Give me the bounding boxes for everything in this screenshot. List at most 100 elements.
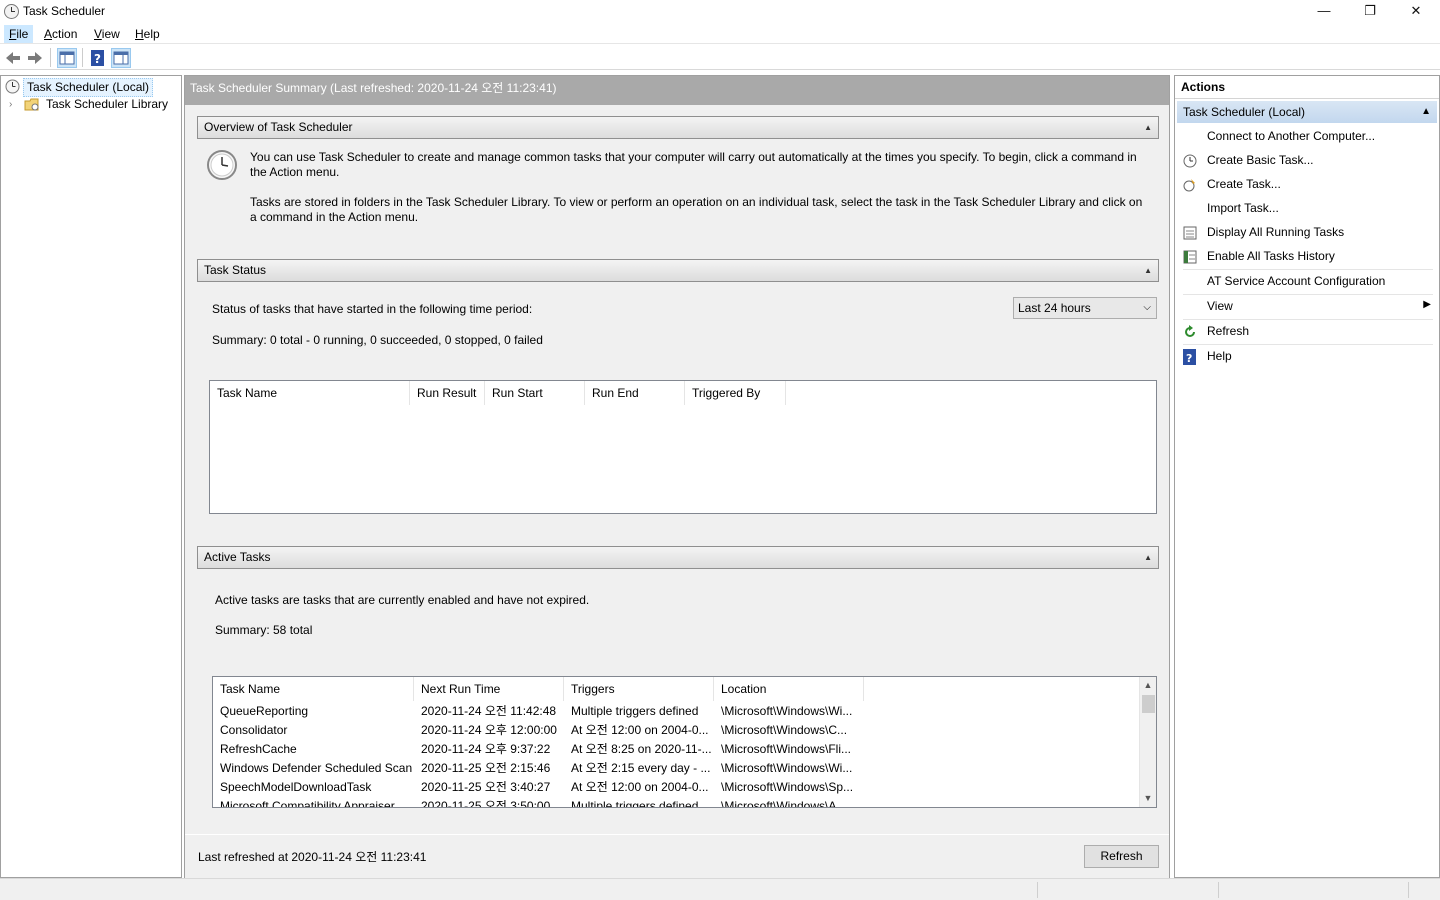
help-icon[interactable]: ? [88, 48, 108, 68]
task-status-section-header[interactable]: Task Status ▲ [197, 259, 1159, 282]
period-dropdown[interactable]: Last 24 hours ⌵ [1013, 297, 1157, 319]
overview-section-body: You can use Task Scheduler to create and… [197, 140, 1159, 250]
console-tree: Task Scheduler (Local) › Task Scheduler … [0, 75, 182, 878]
action-display-all-running-tasks[interactable]: Display All Running Tasks [1175, 220, 1437, 244]
next-run-time-cell: 2020-11-24 오전 11:42:48 [421, 704, 557, 718]
column-header[interactable]: Run End [585, 381, 685, 405]
action-help[interactable]: ? Help [1175, 344, 1437, 368]
section-title: Overview of Task Scheduler [204, 120, 353, 134]
toolbar-separator [82, 48, 83, 67]
active-tasks-table: Task Name Next Run Time Triggers Locatio… [212, 676, 1157, 808]
task-name-cell: QueueReporting [220, 704, 309, 718]
collapse-icon[interactable]: ▲ [1421, 101, 1431, 123]
action-label: Connect to Another Computer... [1207, 129, 1376, 143]
scroll-down-icon[interactable]: ▼ [1140, 790, 1156, 807]
submenu-arrow-icon: ▶ [1423, 299, 1431, 310]
column-header[interactable]: Run Start [485, 381, 585, 405]
svg-text:?: ? [94, 52, 101, 66]
clock-icon [5, 79, 20, 94]
overview-section-header[interactable]: Overview of Task Scheduler ▲ [197, 116, 1159, 139]
show-hide-action-pane-icon[interactable] [111, 48, 131, 68]
triggers-cell: Multiple triggers defined [571, 704, 699, 718]
clock-icon [206, 149, 238, 184]
refresh-button[interactable]: Refresh [1084, 845, 1159, 868]
menu-action-rest: ction [52, 27, 78, 41]
column-header[interactable]: Task Name [213, 677, 414, 701]
action-create-task[interactable]: Create Task... [1175, 172, 1437, 196]
column-header[interactable]: Run Result [410, 381, 485, 405]
collapse-icon[interactable]: ▲ [1144, 117, 1152, 138]
back-arrow-icon[interactable] [3, 48, 23, 68]
action-label: Import Task... [1207, 201, 1279, 215]
column-header[interactable]: Task Name [210, 381, 410, 405]
summary-footer: Last refreshed at 2020-11-24 오전 11:23:41… [185, 834, 1169, 878]
column-header[interactable]: Next Run Time [414, 677, 564, 701]
menu-view-rest: iew [101, 27, 120, 41]
create-task-icon [1183, 177, 1197, 192]
action-enable-all-tasks-history[interactable]: Enable All Tasks History [1175, 244, 1437, 268]
menu-view-accel: V [94, 27, 102, 41]
location-cell: \Microsoft\Windows\Sp... [721, 780, 854, 794]
next-run-time-cell: 2020-11-25 오전 2:15:46 [421, 761, 551, 775]
menu-help[interactable]: Help [130, 25, 165, 43]
task-name-cell: Microsoft Compatibility Appraiser [220, 799, 395, 808]
active-tasks-summary: Summary: 58 total [215, 623, 313, 637]
menu-help-accel: H [135, 27, 144, 41]
column-header[interactable]: Triggers [564, 677, 714, 701]
table-row[interactable]: Consolidator 2020-11-24 오후 12:00:00 At 오… [213, 721, 1156, 740]
action-view[interactable]: View ▶ [1175, 294, 1437, 318]
task-name-cell: SpeechModelDownloadTask [220, 780, 372, 794]
collapse-icon[interactable]: ▲ [1144, 260, 1152, 281]
action-refresh[interactable]: Refresh [1175, 319, 1437, 343]
close-button[interactable]: ✕ [1393, 0, 1439, 23]
restore-button[interactable]: ❐ [1347, 0, 1393, 23]
scroll-up-icon[interactable]: ▲ [1140, 677, 1156, 694]
table-row[interactable]: QueueReporting 2020-11-24 오전 11:42:48 Mu… [213, 702, 1156, 721]
location-cell: \Microsoft\Windows\C... [721, 723, 848, 737]
task-name-cell: Consolidator [220, 723, 288, 737]
table-row[interactable]: SpeechModelDownloadTask 2020-11-25 오전 3:… [213, 778, 1156, 797]
table-row[interactable]: RefreshCache 2020-11-24 오후 9:37:22 At 오전… [213, 740, 1156, 759]
menu-action[interactable]: Action [39, 25, 82, 43]
collapse-icon[interactable]: ▲ [1144, 547, 1152, 568]
toolbar: ? [0, 45, 1440, 70]
action-at-service-account-configuration[interactable]: AT Service Account Configuration [1175, 269, 1437, 293]
triggers-cell: At 오전 2:15 every day - ... [571, 761, 711, 775]
help-icon: ? [1183, 349, 1197, 365]
table-row[interactable]: Microsoft Compatibility Appraiser 2020-1… [213, 797, 1156, 808]
action-connect-to-another-computer[interactable]: Connect to Another Computer... [1175, 124, 1437, 148]
table-row[interactable]: Windows Defender Scheduled Scan 2020-11-… [213, 759, 1156, 778]
action-label: View [1207, 299, 1233, 313]
expand-chevron-icon[interactable]: › [9, 96, 12, 113]
forward-arrow-icon[interactable] [25, 48, 45, 68]
actions-group-header[interactable]: Task Scheduler (Local) ▲ [1177, 101, 1437, 123]
active-tasks-section-body: Active tasks are tasks that are currentl… [197, 570, 1159, 826]
triggers-cell: Multiple triggers defined [571, 799, 699, 808]
action-label: Refresh [1207, 324, 1250, 338]
scrollbar-thumb[interactable] [1142, 695, 1155, 713]
status-bar [0, 878, 1440, 900]
minimize-button[interactable]: — [1301, 0, 1347, 23]
period-dropdown-value: Last 24 hours [1018, 301, 1091, 315]
triggers-cell: At 오전 8:25 on 2020-11-... [571, 742, 712, 756]
vertical-scrollbar[interactable]: ▲ ▼ [1139, 677, 1156, 807]
action-create-basic-task[interactable]: Create Basic Task... [1175, 148, 1437, 172]
menu-file[interactable]: File [4, 25, 34, 43]
task-status-summary: Summary: 0 total - 0 running, 0 succeede… [212, 333, 543, 347]
next-run-time-cell: 2020-11-25 오전 3:40:27 [421, 780, 551, 794]
history-icon [1183, 249, 1197, 264]
status-bar-divider [1408, 882, 1409, 898]
menu-view[interactable]: View [89, 25, 125, 43]
actions-pane: Actions Task Scheduler (Local) ▲ Connect… [1174, 75, 1440, 878]
column-header[interactable]: Location [714, 677, 864, 701]
menu-bar: File Action View Help [0, 23, 1440, 44]
active-tasks-section-header[interactable]: Active Tasks ▲ [197, 546, 1159, 569]
action-import-task[interactable]: Import Task... [1175, 196, 1437, 220]
task-status-section-body: Status of tasks that have started in the… [197, 283, 1159, 538]
column-header[interactable]: Triggered By [685, 381, 786, 405]
action-label: Enable All Tasks History [1207, 249, 1335, 263]
task-status-table: Task Name Run Result Run Start Run End T… [209, 380, 1157, 514]
triggers-cell: At 오전 12:00 on 2004-0... [571, 723, 709, 737]
triggers-cell: At 오전 12:00 on 2004-0... [571, 780, 709, 794]
show-hide-console-tree-icon[interactable] [57, 48, 77, 68]
